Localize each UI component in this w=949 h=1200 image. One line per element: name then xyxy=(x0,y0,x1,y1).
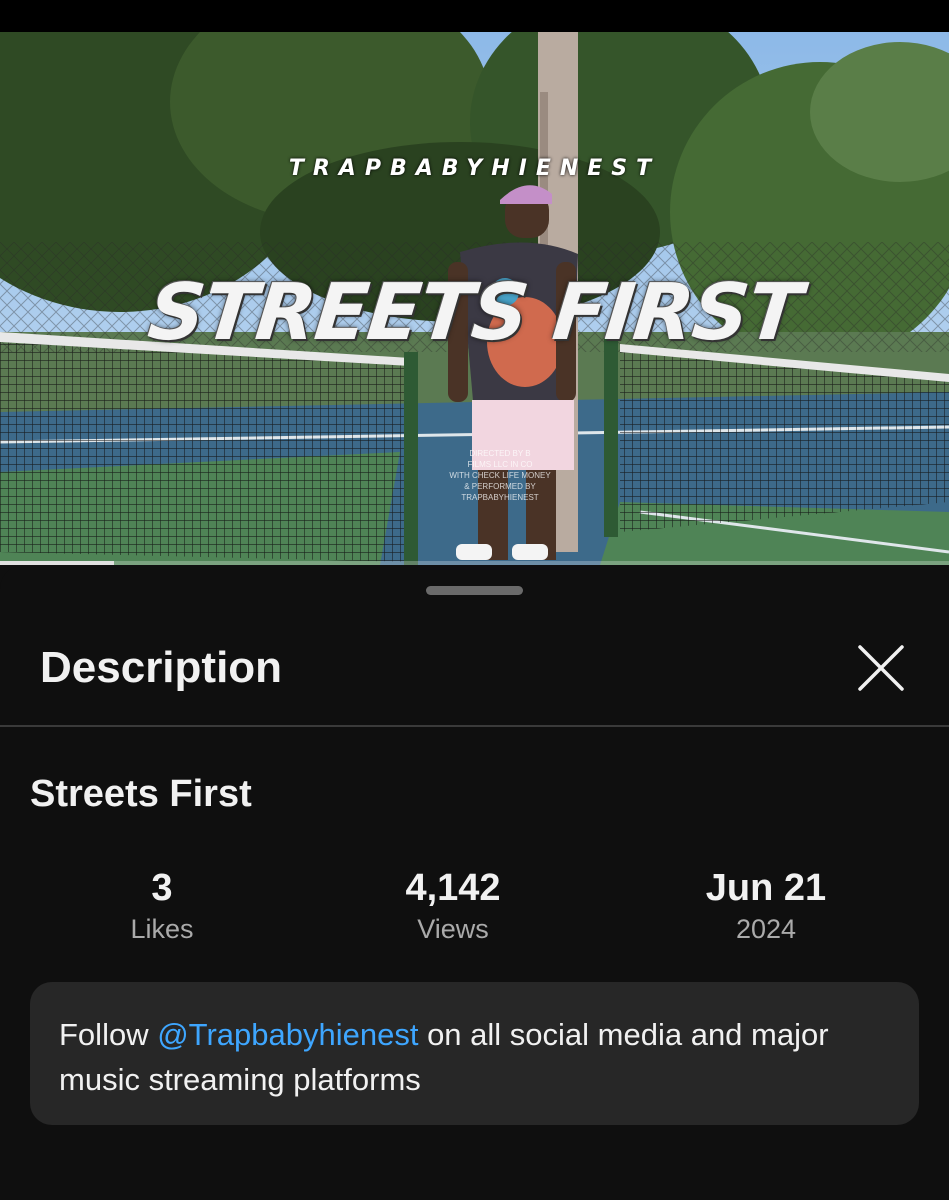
close-icon xyxy=(858,645,904,691)
credits-line: & PERFORMED BY TRAPBABYHIENEST xyxy=(461,482,539,502)
credits-line: FILMS LLC IN CO xyxy=(467,460,533,469)
views-stat: 4,142 Views xyxy=(333,865,573,947)
close-button[interactable] xyxy=(852,639,910,697)
description-sheet: Description Streets First 3 Likes 4,142 … xyxy=(0,565,949,1200)
likes-label: Likes xyxy=(130,914,194,944)
status-bar xyxy=(0,0,949,32)
channel-mention-link[interactable]: @Trapbabyhienest xyxy=(157,1017,418,1052)
likes-count: 3 xyxy=(151,867,173,909)
video-title: Streets First xyxy=(30,773,252,815)
video-title-overlay: STREETS FIRST xyxy=(144,268,805,358)
publish-date: Jun 21 xyxy=(705,867,827,909)
description-text: Follow @Trapbabyhienest on all social me… xyxy=(30,982,919,1125)
date-stat: Jun 21 2024 xyxy=(646,865,886,947)
brand-overlay: TRAPBABYHIENEST xyxy=(288,156,661,181)
publish-year: 2024 xyxy=(735,914,797,944)
drag-handle[interactable] xyxy=(426,586,523,595)
description-prefix: Follow xyxy=(59,1017,158,1052)
credits-line: WITH CHECK LIFE MONEY xyxy=(449,471,551,480)
likes-stat: 3 Likes xyxy=(42,865,282,947)
sheet-title: Description xyxy=(40,643,283,692)
video-player[interactable]: TRAPBABYHIENEST STREETS FIRST DIRECTED B… xyxy=(0,32,949,565)
credits-line: DIRECTED BY B xyxy=(469,449,531,458)
views-label: Views xyxy=(417,914,489,944)
credits-overlay: DIRECTED BY B FILMS LLC IN CO WITH CHECK… xyxy=(440,448,560,503)
views-count: 4,142 xyxy=(405,867,501,909)
divider xyxy=(0,725,949,727)
